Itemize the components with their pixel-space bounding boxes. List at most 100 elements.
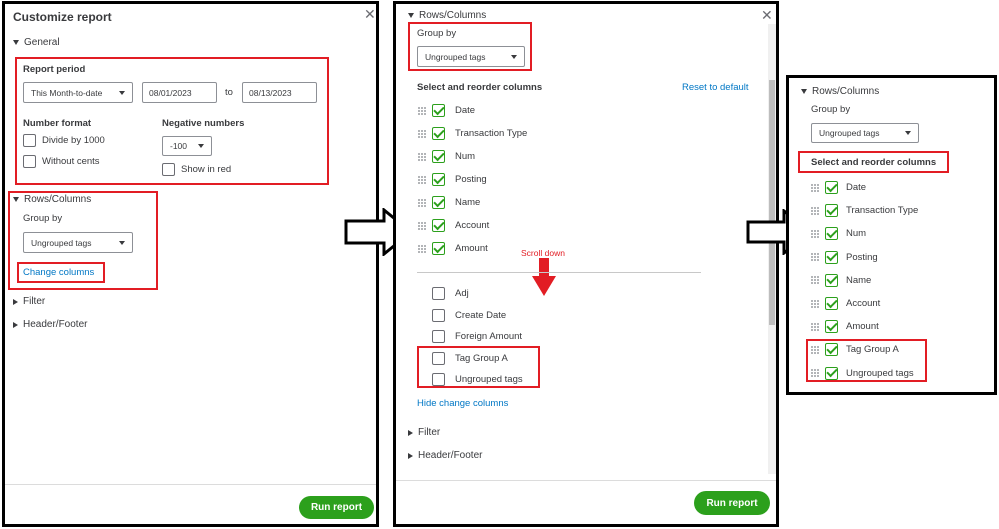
drag-handle-icon[interactable] bbox=[418, 244, 426, 253]
close-icon[interactable]: ✕ bbox=[364, 7, 376, 21]
column-checkbox[interactable] bbox=[825, 319, 838, 334]
column-checkbox[interactable] bbox=[432, 330, 445, 343]
column-checkbox[interactable] bbox=[825, 273, 838, 287]
column-row-foreign-amount[interactable]: Foreign Amount bbox=[432, 330, 522, 343]
show-in-red-checkbox[interactable] bbox=[162, 163, 175, 176]
section-rows-columns[interactable]: Rows/Columns bbox=[13, 194, 91, 205]
drag-handle-icon[interactable] bbox=[811, 206, 819, 215]
annotation-box-tag-columns bbox=[806, 339, 927, 382]
section-header-footer[interactable]: Header/Footer bbox=[408, 450, 482, 461]
checkmark-icon bbox=[432, 149, 445, 161]
date-from-input[interactable]: 08/01/2023 bbox=[142, 82, 217, 103]
drag-handle-icon[interactable] bbox=[811, 322, 819, 331]
section-rows-columns-label: Rows/Columns bbox=[419, 10, 487, 21]
drag-handle-icon[interactable] bbox=[418, 198, 426, 207]
run-report-button[interactable]: Run report bbox=[694, 491, 770, 515]
column-row-transaction-type[interactable]: Transaction Type bbox=[418, 126, 528, 140]
without-cents-checkbox[interactable] bbox=[23, 155, 36, 168]
triangle-right-icon bbox=[13, 321, 18, 328]
close-icon[interactable]: ✕ bbox=[761, 8, 773, 22]
group-by-select[interactable]: Ungrouped tags bbox=[417, 46, 525, 67]
divide-by-1000-checkbox[interactable] bbox=[23, 134, 36, 147]
column-checkbox[interactable] bbox=[432, 287, 445, 300]
column-checkbox[interactable] bbox=[825, 250, 838, 264]
column-checkbox[interactable] bbox=[825, 180, 838, 194]
column-row-name[interactable]: Name bbox=[811, 273, 871, 287]
drag-handle-icon[interactable] bbox=[811, 253, 819, 262]
column-row-transaction-type[interactable]: Transaction Type bbox=[811, 203, 919, 218]
section-rows-columns[interactable]: Rows/Columns bbox=[408, 10, 486, 21]
drag-handle-icon[interactable] bbox=[811, 299, 819, 308]
column-checkbox[interactable] bbox=[825, 203, 838, 218]
group-by-label: Group by bbox=[23, 213, 63, 224]
column-row-name[interactable]: Name bbox=[418, 195, 480, 209]
divide-by-1000-option[interactable]: Divide by 1000 bbox=[23, 134, 105, 147]
column-label: Transaction Type bbox=[846, 205, 919, 217]
negative-numbers-select[interactable]: -100 bbox=[162, 136, 212, 156]
date-to-input[interactable]: 08/13/2023 bbox=[242, 82, 317, 103]
reset-to-default-link[interactable]: Reset to default bbox=[682, 82, 749, 93]
column-row-account[interactable]: Account bbox=[811, 296, 881, 310]
column-row-amount[interactable]: Amount bbox=[418, 241, 488, 255]
column-checkbox[interactable] bbox=[432, 195, 445, 209]
drag-handle-icon[interactable] bbox=[418, 221, 426, 230]
triangle-down-icon bbox=[801, 89, 807, 94]
column-label: Transaction Type bbox=[455, 128, 528, 139]
column-row-date[interactable]: Date bbox=[811, 180, 866, 194]
drag-handle-icon[interactable] bbox=[418, 152, 426, 161]
column-checkbox[interactable] bbox=[432, 218, 445, 232]
column-row-num[interactable]: Num bbox=[811, 226, 866, 241]
run-report-button[interactable]: Run report bbox=[299, 496, 374, 519]
column-checkbox[interactable] bbox=[825, 226, 838, 241]
column-checkbox[interactable] bbox=[432, 308, 445, 322]
group-by-select[interactable]: Ungrouped tags bbox=[811, 123, 919, 143]
drag-handle-icon[interactable] bbox=[811, 183, 819, 192]
column-checkbox[interactable] bbox=[432, 149, 445, 163]
period-select[interactable]: This Month-to-date bbox=[23, 82, 133, 103]
section-general[interactable]: General bbox=[13, 37, 60, 48]
column-checkbox[interactable] bbox=[432, 126, 445, 140]
change-columns-link[interactable]: Change columns bbox=[23, 267, 94, 278]
scrollbar-thumb[interactable] bbox=[769, 80, 775, 325]
report-period-label: Report period bbox=[23, 64, 86, 75]
drag-handle-icon[interactable] bbox=[418, 106, 426, 115]
column-label: Account bbox=[846, 298, 881, 309]
drag-handle-icon[interactable] bbox=[811, 229, 819, 238]
hide-change-columns-link[interactable]: Hide change columns bbox=[417, 398, 508, 409]
group-by-label: Group by bbox=[417, 28, 457, 39]
drag-handle-icon[interactable] bbox=[418, 175, 426, 184]
column-checkbox[interactable] bbox=[825, 296, 838, 310]
column-row-posting[interactable]: Posting bbox=[418, 172, 487, 186]
column-row-account[interactable]: Account bbox=[418, 218, 489, 232]
column-row-date[interactable]: Date bbox=[418, 103, 476, 117]
column-checkbox[interactable] bbox=[432, 241, 445, 255]
show-in-red-option[interactable]: Show in red bbox=[162, 163, 231, 176]
section-filter[interactable]: Filter bbox=[13, 296, 45, 307]
column-row-posting[interactable]: Posting bbox=[811, 250, 878, 264]
checkmark-icon bbox=[825, 319, 838, 331]
footer-divider bbox=[5, 484, 376, 485]
drag-handle-icon[interactable] bbox=[811, 276, 819, 285]
negative-numbers-value: -100 bbox=[170, 141, 188, 151]
section-header-footer[interactable]: Header/Footer bbox=[13, 319, 87, 330]
without-cents-option[interactable]: Without cents bbox=[23, 155, 100, 168]
section-header-footer-label: Header/Footer bbox=[23, 319, 88, 330]
group-by-select[interactable]: Ungrouped tags bbox=[23, 232, 133, 253]
column-checkbox[interactable] bbox=[432, 172, 445, 186]
drag-handle-icon[interactable] bbox=[418, 129, 426, 138]
column-row-adj[interactable]: Adj bbox=[432, 287, 469, 300]
column-checkbox[interactable] bbox=[432, 103, 445, 117]
section-rows-columns[interactable]: Rows/Columns bbox=[801, 86, 879, 97]
section-filter[interactable]: Filter bbox=[408, 427, 440, 438]
column-label: Date bbox=[455, 105, 476, 116]
date-from-value: 08/01/2023 bbox=[149, 87, 192, 98]
column-row-amount[interactable]: Amount bbox=[811, 319, 879, 334]
column-label: Posting bbox=[846, 251, 878, 263]
select-reorder-heading: Select and reorder columns bbox=[811, 157, 937, 168]
triangle-right-icon bbox=[408, 429, 413, 436]
number-format-label: Number format bbox=[23, 118, 92, 129]
column-row-num[interactable]: Num bbox=[418, 149, 475, 163]
chevron-down-icon bbox=[511, 54, 517, 59]
negative-numbers-label: Negative numbers bbox=[162, 118, 245, 129]
column-row-create-date[interactable]: Create Date bbox=[432, 308, 506, 322]
